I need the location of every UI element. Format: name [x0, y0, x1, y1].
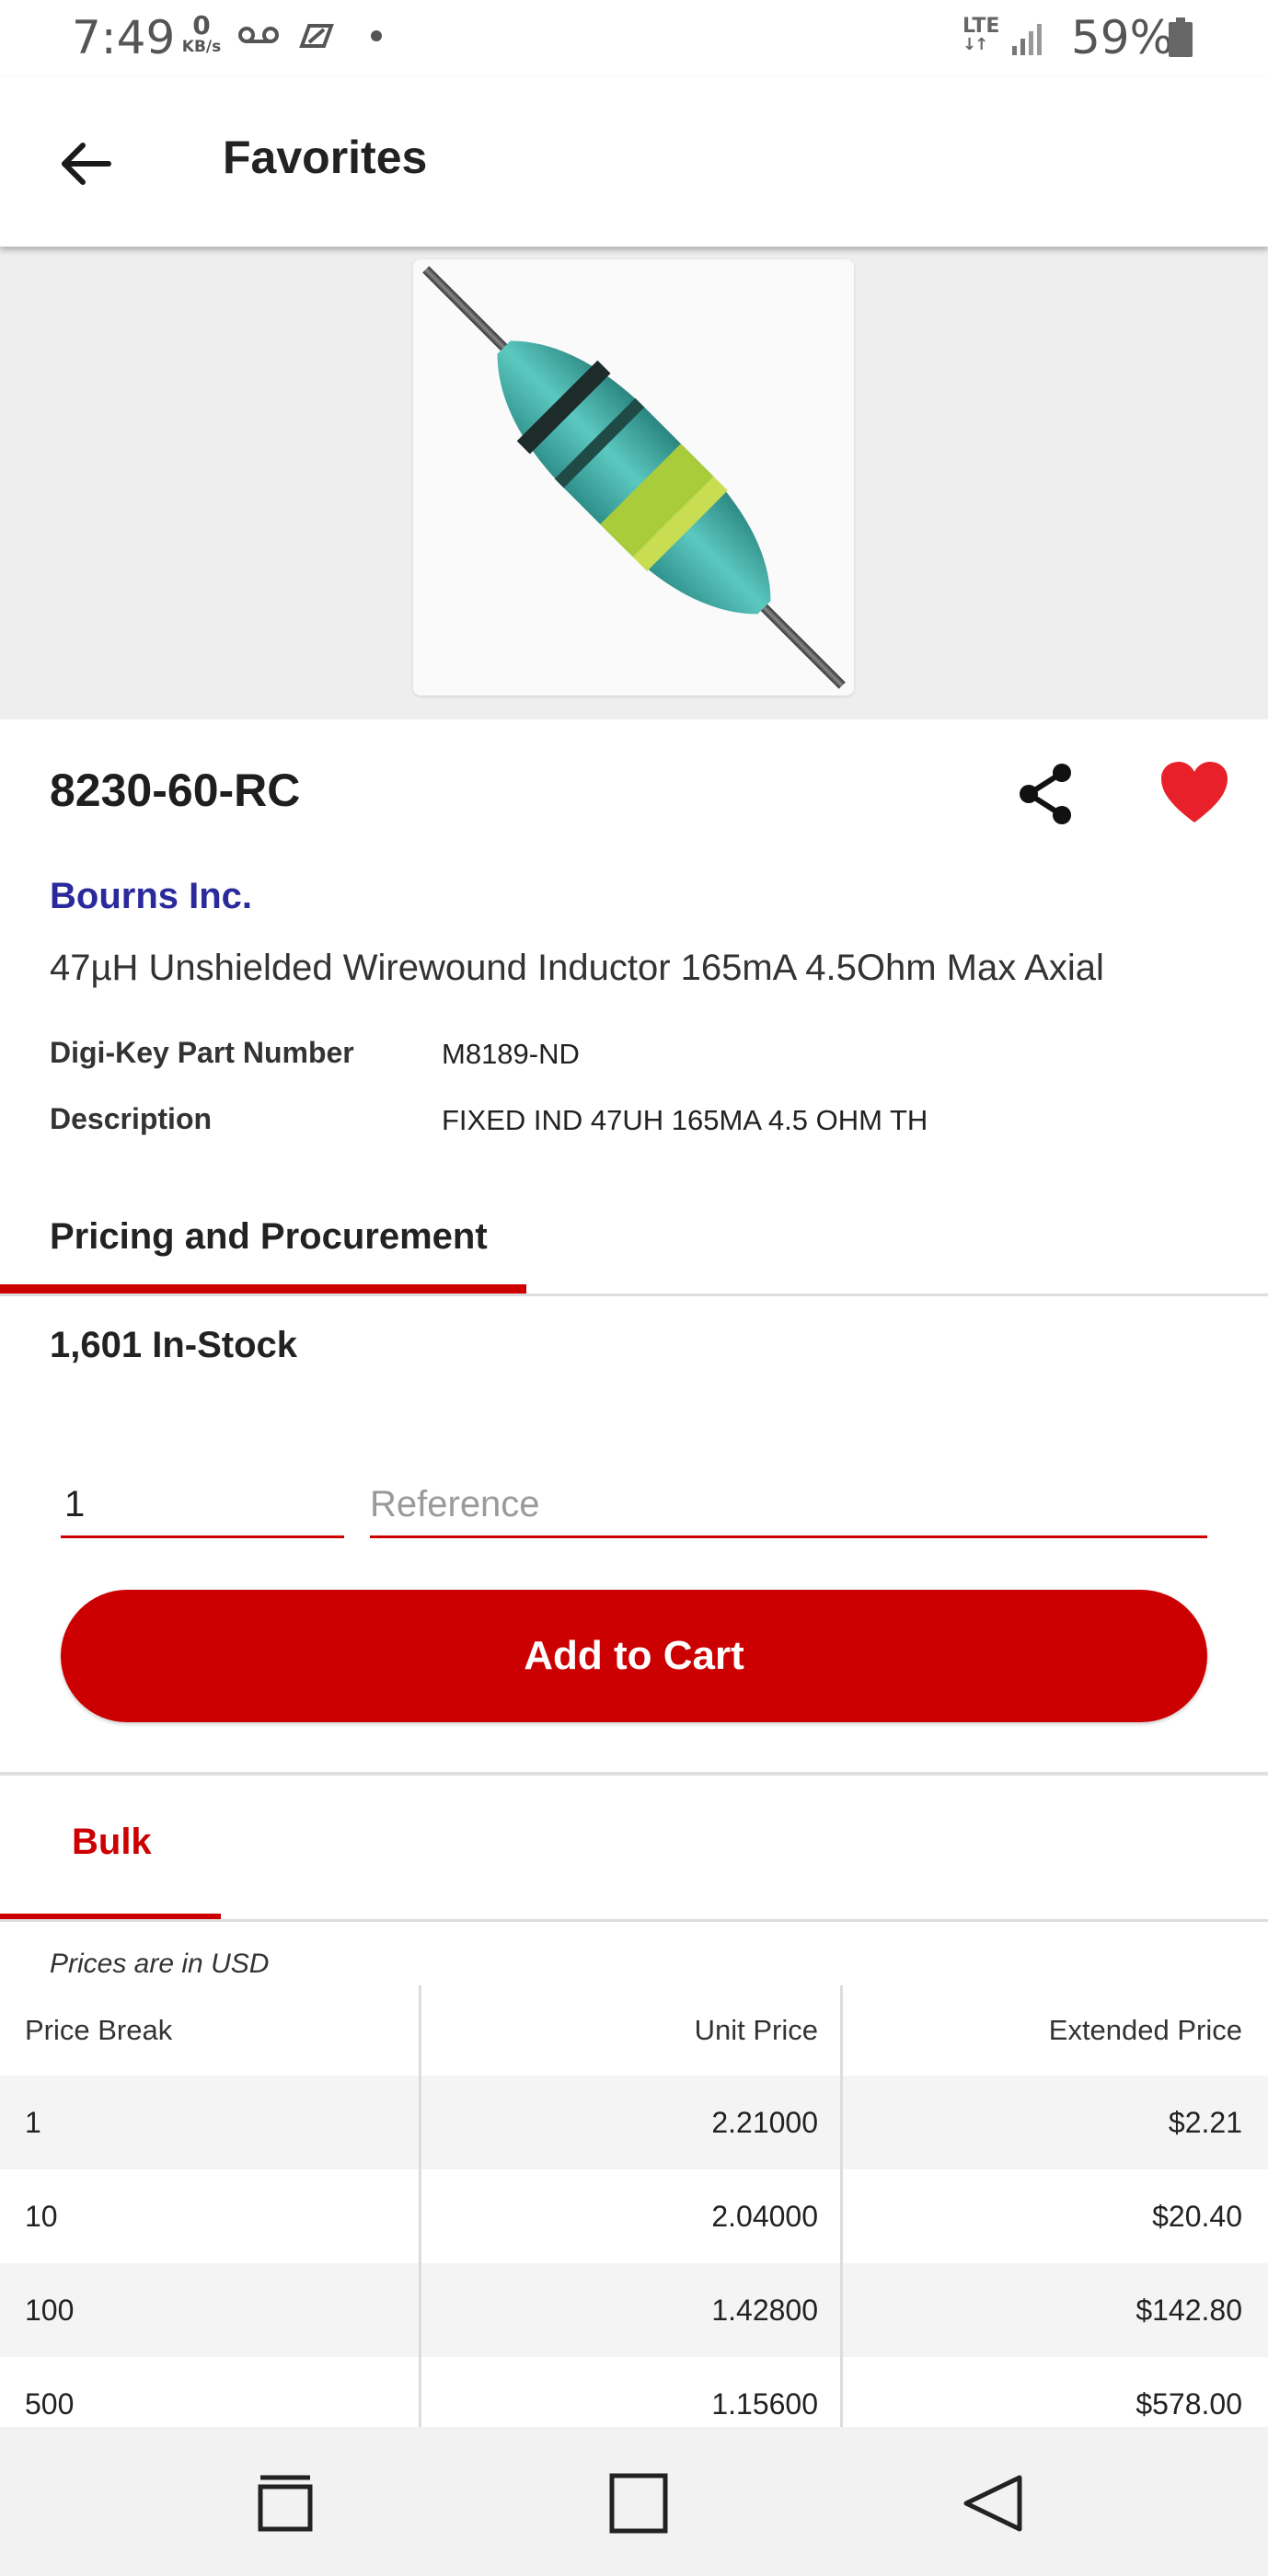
extended-price-cell: $20.40: [1152, 2199, 1242, 2233]
column-header-price-break: Price Break: [0, 1985, 421, 2076]
share-icon: [1020, 764, 1071, 824]
data-rate-indicator: 0 KB/s: [180, 10, 223, 56]
nav-back-icon: [963, 2475, 1022, 2532]
add-to-cart-button[interactable]: Add to Cart: [61, 1590, 1207, 1722]
manufacturer-link[interactable]: Bourns Inc.: [50, 876, 252, 917]
network-indicator: LTE ↓↑: [963, 17, 999, 53]
extended-price-cell: $2.21: [1168, 2105, 1242, 2139]
column-header-unit-price: Unit Price: [421, 1985, 843, 2076]
home-button[interactable]: [593, 2466, 685, 2539]
part-number: 8230-60-RC: [50, 765, 301, 816]
system-nav-bar: [0, 2427, 1268, 2576]
data-arrows-icon: ↓↑: [963, 35, 988, 54]
recents-icon: [258, 2475, 313, 2532]
table-row: 1 2.21000 $2.21: [0, 2076, 1268, 2169]
price-break-cell: 1: [0, 2076, 421, 2169]
tab-divider: [0, 1294, 1268, 1296]
section-divider: [0, 1772, 1268, 1776]
arrow-left-icon: [62, 143, 111, 185]
product-headline: 47µH Unshielded Wirewound Inductor 165mA…: [50, 948, 1104, 988]
nfc-icon: [299, 24, 334, 48]
spec-label-part-number: Digi-Key Part Number: [50, 1036, 354, 1069]
tab-pricing-procurement[interactable]: Pricing and Procurement: [50, 1216, 488, 1258]
share-button[interactable]: [1012, 760, 1080, 828]
back-button[interactable]: [50, 127, 123, 201]
notification-dot-icon: [371, 30, 382, 41]
heart-icon: [1161, 762, 1228, 822]
signal-icon: [1012, 24, 1042, 55]
status-bar: 7:49 0 KB/s LTE ↓↑ 59%: [0, 0, 1268, 77]
table-header-row: Price Break Unit Price Extended Price: [0, 1985, 1268, 2076]
data-rate-value: 0: [192, 10, 211, 40]
inductor-image: [422, 266, 846, 689]
price-table: Price Break Unit Price Extended Price 1 …: [0, 1985, 1268, 2451]
extended-price-cell: $142.80: [1135, 2293, 1242, 2327]
favorite-button[interactable]: [1158, 760, 1231, 828]
bulk-tab-divider: [0, 1919, 1268, 1922]
home-icon: [609, 2473, 668, 2534]
price-break-cell: 100: [0, 2263, 421, 2357]
column-header-extended-price: Extended Price: [1048, 2014, 1242, 2046]
nav-back-button[interactable]: [948, 2466, 1040, 2539]
app-bar: Favorites: [0, 77, 1268, 247]
voicemail-icon: [238, 27, 279, 43]
recents-button[interactable]: [239, 2466, 331, 2539]
currency-note: Prices are in USD: [50, 1949, 270, 1979]
active-tab-indicator: [0, 1284, 526, 1294]
stock-status: 1,601 In-Stock: [50, 1325, 298, 1365]
unit-price-cell: 2.21000: [421, 2076, 843, 2169]
product-image[interactable]: [413, 259, 854, 696]
spec-value-description: FIXED IND 47UH 165MA 4.5 OHM TH: [442, 1104, 928, 1136]
unit-price-cell: 1.42800: [421, 2263, 843, 2357]
product-image-area: [0, 247, 1268, 719]
unit-price-cell: 2.04000: [421, 2169, 843, 2263]
reference-field[interactable]: [370, 1474, 1207, 1538]
battery-icon: [1169, 17, 1193, 57]
table-row: 100 1.42800 $142.80: [0, 2263, 1268, 2357]
table-row: 10 2.04000 $20.40: [0, 2169, 1268, 2263]
data-rate-unit: KB/s: [181, 38, 222, 56]
spec-value-part-number: M8189-ND: [442, 1038, 580, 1070]
quantity-field[interactable]: [61, 1474, 344, 1538]
battery-percent: 59%: [1071, 11, 1174, 64]
page-title: Favorites: [223, 132, 428, 183]
tab-bulk[interactable]: Bulk: [72, 1822, 152, 1863]
spec-label-description: Description: [50, 1102, 213, 1135]
price-break-cell: 10: [0, 2169, 421, 2263]
status-time: 7:49: [72, 11, 176, 64]
